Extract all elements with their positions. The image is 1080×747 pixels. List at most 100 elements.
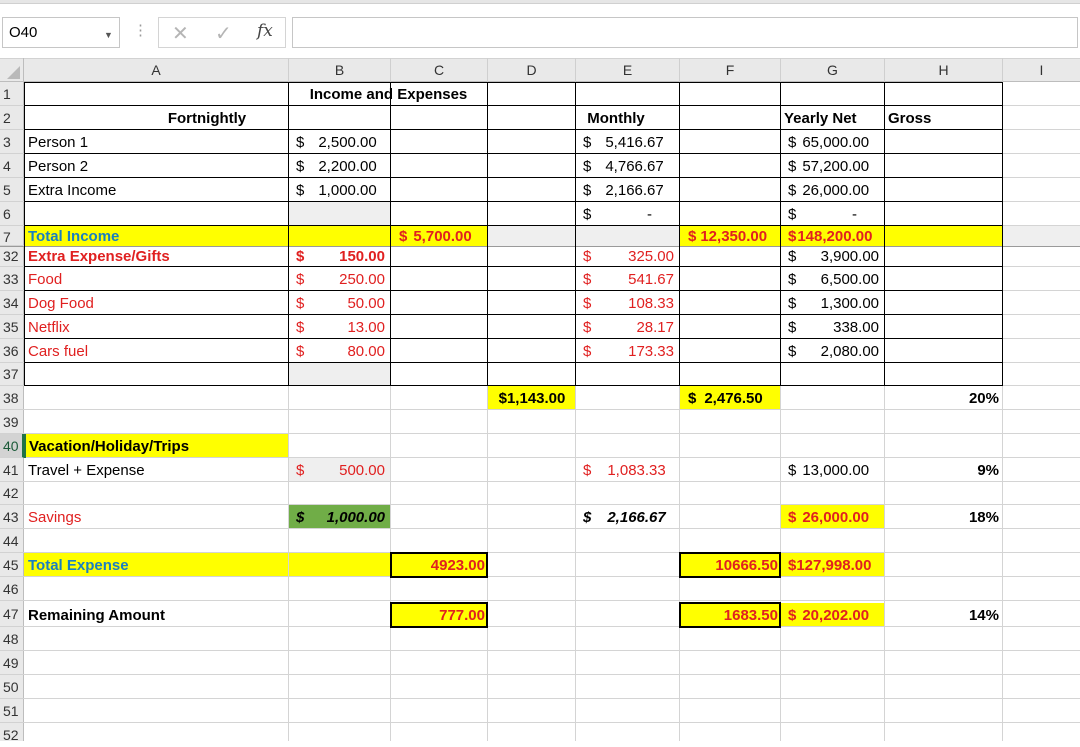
formula-input[interactable]: [292, 17, 1078, 48]
label-person-1[interactable]: Person 1: [25, 130, 288, 154]
header-gross[interactable]: Gross: [885, 106, 1003, 130]
row-header[interactable]: 52: [0, 723, 24, 743]
row-header[interactable]: 2: [0, 106, 24, 130]
cell-g3[interactable]: $65,000.00: [781, 130, 884, 154]
row-header[interactable]: 1: [0, 82, 24, 106]
header-yearly-net[interactable]: Yearly Net: [781, 106, 885, 130]
cell-g6[interactable]: $ -: [781, 202, 884, 226]
cell-g35[interactable]: $338.00: [781, 315, 884, 339]
cell-e35[interactable]: $28.17: [576, 315, 679, 339]
row-header[interactable]: 33: [0, 267, 24, 291]
cell-e32[interactable]: $325.00: [576, 246, 679, 266]
row-header[interactable]: 46: [0, 577, 24, 601]
cell-g34[interactable]: $1,300.00: [781, 291, 884, 315]
cell-e41[interactable]: $1,083.33: [576, 458, 679, 482]
cell-g33[interactable]: $6,500.00: [781, 267, 884, 291]
label-dog-food[interactable]: Dog Food: [25, 291, 288, 315]
row-header[interactable]: 5: [0, 178, 24, 202]
cell-g5[interactable]: $26,000.00: [781, 178, 884, 202]
cell-b3[interactable]: $2,500.00: [289, 130, 390, 154]
cell-g36[interactable]: $2,080.00: [781, 339, 884, 363]
row-header[interactable]: 34: [0, 291, 24, 315]
column-header-i[interactable]: I: [1003, 58, 1080, 82]
row-header[interactable]: 36: [0, 339, 24, 363]
row-header[interactable]: 38: [0, 386, 24, 410]
column-header-h[interactable]: H: [885, 58, 1003, 82]
row-header-selected[interactable]: 40: [0, 434, 24, 458]
cell-g43[interactable]: $26,000.00: [781, 505, 884, 529]
column-header-c[interactable]: C: [391, 58, 488, 82]
cell-e3[interactable]: $5,416.67: [576, 130, 679, 154]
row-header[interactable]: 6: [0, 202, 24, 226]
cell-b33[interactable]: $250.00: [289, 267, 390, 291]
cell-f7[interactable]: $12,350.00: [680, 226, 780, 247]
row-header[interactable]: 7: [0, 226, 24, 246]
cell-c7[interactable]: $5,700.00: [391, 226, 487, 247]
cell-c45[interactable]: 4923.00: [392, 554, 486, 576]
row-header[interactable]: 50: [0, 675, 24, 699]
cell-b41[interactable]: $500.00: [289, 458, 390, 482]
cell-e5[interactable]: $2,166.67: [576, 178, 679, 202]
sheet-title[interactable]: Income and Expenses: [289, 83, 488, 106]
row-header[interactable]: 35: [0, 315, 24, 339]
cell-e33[interactable]: $541.67: [576, 267, 679, 291]
row-header[interactable]: 47: [0, 601, 24, 627]
cell-b36[interactable]: $80.00: [289, 339, 390, 363]
row-header[interactable]: 51: [0, 699, 24, 723]
cell-f38[interactable]: $2,476.50: [680, 386, 781, 410]
label-extra-income[interactable]: Extra Income: [25, 178, 288, 202]
cell-e36[interactable]: $173.33: [576, 339, 679, 363]
row-header[interactable]: 49: [0, 651, 24, 675]
row-header[interactable]: 44: [0, 529, 24, 553]
cell-f45[interactable]: 10666.50: [681, 554, 779, 576]
enter-icon[interactable]: ✓: [215, 21, 232, 46]
name-box-dropdown-icon[interactable]: ▼: [104, 30, 113, 40]
cell-h43[interactable]: 18%: [885, 505, 1002, 529]
cancel-icon[interactable]: ✕: [172, 21, 189, 46]
column-header-b[interactable]: B: [289, 58, 391, 82]
column-header-g[interactable]: G: [781, 58, 885, 82]
label-food[interactable]: Food: [25, 267, 288, 291]
label-person-2[interactable]: Person 2: [25, 154, 288, 178]
cell-b34[interactable]: $50.00: [289, 291, 390, 315]
column-header-f[interactable]: F: [680, 58, 781, 82]
cell-g41[interactable]: $13,000.00: [781, 458, 884, 482]
cell-b5[interactable]: $1,000.00: [289, 178, 390, 202]
label-netflix[interactable]: Netflix: [25, 315, 288, 339]
cell-g32[interactable]: $3,900.00: [781, 246, 884, 266]
cell-e6[interactable]: $ -: [576, 202, 679, 226]
label-total-income[interactable]: Total Income: [25, 226, 288, 247]
label-cars-fuel[interactable]: Cars fuel: [25, 339, 288, 363]
cell-g4[interactable]: $57,200.00: [781, 154, 884, 178]
column-header-a[interactable]: A: [24, 58, 289, 82]
label-extra-expense-gifts[interactable]: Extra Expense/Gifts: [25, 246, 288, 266]
row-header[interactable]: 3: [0, 130, 24, 154]
row-header[interactable]: 37: [0, 363, 24, 386]
cell-h47[interactable]: 14%: [885, 603, 1002, 627]
cell-e34[interactable]: $108.33: [576, 291, 679, 315]
cell-f47[interactable]: 1683.50: [681, 604, 779, 626]
name-box[interactable]: O40: [2, 17, 120, 48]
cell-h38[interactable]: 20%: [885, 386, 1002, 410]
cell-g7[interactable]: $148,200.00: [781, 226, 884, 247]
cell-g47[interactable]: $20,202.00: [781, 603, 884, 627]
cell-b43[interactable]: $1,000.00: [289, 505, 390, 529]
column-header-e[interactable]: E: [576, 58, 680, 82]
header-monthly[interactable]: Monthly: [576, 106, 656, 130]
cell-c47[interactable]: 777.00: [392, 604, 486, 626]
label-vacation[interactable]: Vacation/Holiday/Trips: [26, 434, 288, 458]
select-all-icon[interactable]: [7, 66, 20, 79]
row-header[interactable]: 41: [0, 458, 24, 482]
cell-b32[interactable]: $150.00: [289, 246, 390, 266]
cell-b35[interactable]: $13.00: [289, 315, 390, 339]
label-travel-expense[interactable]: Travel + Expense: [25, 458, 288, 482]
row-header[interactable]: 4: [0, 154, 24, 178]
cell-h41[interactable]: 9%: [885, 458, 1002, 482]
cell-d38[interactable]: $1,143.00: [488, 386, 576, 410]
cell-g45[interactable]: $127,998.00: [781, 553, 884, 577]
row-header[interactable]: 45: [0, 553, 24, 577]
insert-function-icon[interactable]: fx: [257, 21, 273, 41]
header-fortnightly[interactable]: Fortnightly: [25, 106, 389, 130]
cell-e43[interactable]: $2,166.67: [576, 505, 679, 529]
label-remaining-amount[interactable]: Remaining Amount: [25, 603, 288, 627]
